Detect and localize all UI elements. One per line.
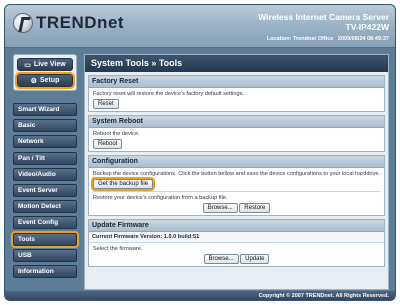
system-reboot-section: System Reboot Reboot the device. Reboot xyxy=(88,115,385,152)
system-reboot-description: Reboot the device. xyxy=(93,131,140,137)
sidebar-item-motion-detect[interactable]: Motion Detect xyxy=(13,200,77,214)
sidebar-item-video-audio[interactable]: Video/Audio xyxy=(13,167,77,181)
configuration-section: Configuration Backup the device configur… xyxy=(88,155,385,216)
location-label: Location: Trendnet Office xyxy=(266,36,334,42)
update-firmware-section: Update Firmware Current Firmware Version… xyxy=(88,219,385,267)
copyright-text: Copyright © 2007 TRENDnet. All Rights Re… xyxy=(258,293,389,299)
restore-description: Restore your device's configuration from… xyxy=(93,195,228,201)
trendnet-logo: TRENDnet xyxy=(13,13,124,33)
footer: Copyright © 2007 TRENDnet. All Rights Re… xyxy=(5,291,395,300)
header: TRENDnet Wireless Internet Camera Server… xyxy=(5,5,395,48)
reboot-button[interactable]: Reboot xyxy=(93,139,123,149)
get-backup-file-button[interactable]: Get the backup file xyxy=(90,177,156,191)
product-info: Wireless Internet Camera Server TV-IP422… xyxy=(258,12,389,32)
configuration-description: Backup the device configurations. Click … xyxy=(93,171,381,177)
location-bar: Location: Trendnet Office 2009/08/24 08:… xyxy=(267,36,389,42)
factory-reset-section: Factory Reset Factory reset will restore… xyxy=(88,75,385,112)
factory-reset-description: Factory reset will restore the device's … xyxy=(93,91,244,97)
page-title: System Tools » Tools xyxy=(85,55,388,72)
product-name: Wireless Internet Camera Server xyxy=(258,12,389,22)
setup-button[interactable]: ⚙ Setup xyxy=(15,72,75,89)
monitor-icon: ▭ xyxy=(24,61,31,69)
browse-config-button[interactable]: Browse... xyxy=(202,203,238,213)
datetime: 2009/08/24 08:49:37 xyxy=(337,36,389,42)
live-view-label: Live View xyxy=(33,61,66,68)
sidebar-item-pan-tilt[interactable]: Pan / Tilt xyxy=(13,151,77,165)
configuration-title: Configuration xyxy=(89,156,384,168)
sidebar-item-information[interactable]: Information xyxy=(13,264,77,278)
gear-icon: ⚙ xyxy=(30,77,37,85)
sidebar-item-event-config[interactable]: Event Config xyxy=(13,216,77,230)
firmware-description: Select the firmware. xyxy=(93,246,143,252)
mode-switch-panel: ▭ Live View ⚙ Setup xyxy=(13,54,77,91)
update-firmware-title: Update Firmware xyxy=(89,220,384,232)
restore-button[interactable]: Restore xyxy=(239,203,271,213)
sidebar-item-network[interactable]: Network xyxy=(13,135,77,149)
sidebar-item-usb[interactable]: USB xyxy=(13,248,77,262)
system-reboot-title: System Reboot xyxy=(89,116,384,128)
firmware-version: Current Firmware Version: 1.0.0 build:51 xyxy=(89,232,384,243)
reset-button[interactable]: Reset xyxy=(93,99,119,109)
sidebar-item-basic[interactable]: Basic xyxy=(13,119,77,133)
setup-label: Setup xyxy=(39,77,60,84)
browse-firmware-button[interactable]: Browse... xyxy=(203,254,239,264)
sidebar-item-tools[interactable]: Tools xyxy=(11,230,79,248)
product-model: TV-IP422W xyxy=(345,22,389,32)
live-view-button[interactable]: ▭ Live View xyxy=(17,58,73,71)
trendnet-logo-icon xyxy=(13,13,33,33)
sidebar-item-event-server[interactable]: Event Server xyxy=(13,183,77,197)
brand-name: TRENDnet xyxy=(36,13,125,32)
update-button[interactable]: Update xyxy=(240,254,270,264)
sidebar: ▭ Live View ⚙ Setup Smart Wizard Basic N… xyxy=(11,54,79,281)
factory-reset-title: Factory Reset xyxy=(89,76,384,88)
sidebar-item-smart-wizard[interactable]: Smart Wizard xyxy=(13,103,77,116)
camera-admin-frame: TRENDnet Wireless Internet Camera Server… xyxy=(4,4,396,301)
main-panel: System Tools » Tools Factory Reset Facto… xyxy=(84,54,389,290)
